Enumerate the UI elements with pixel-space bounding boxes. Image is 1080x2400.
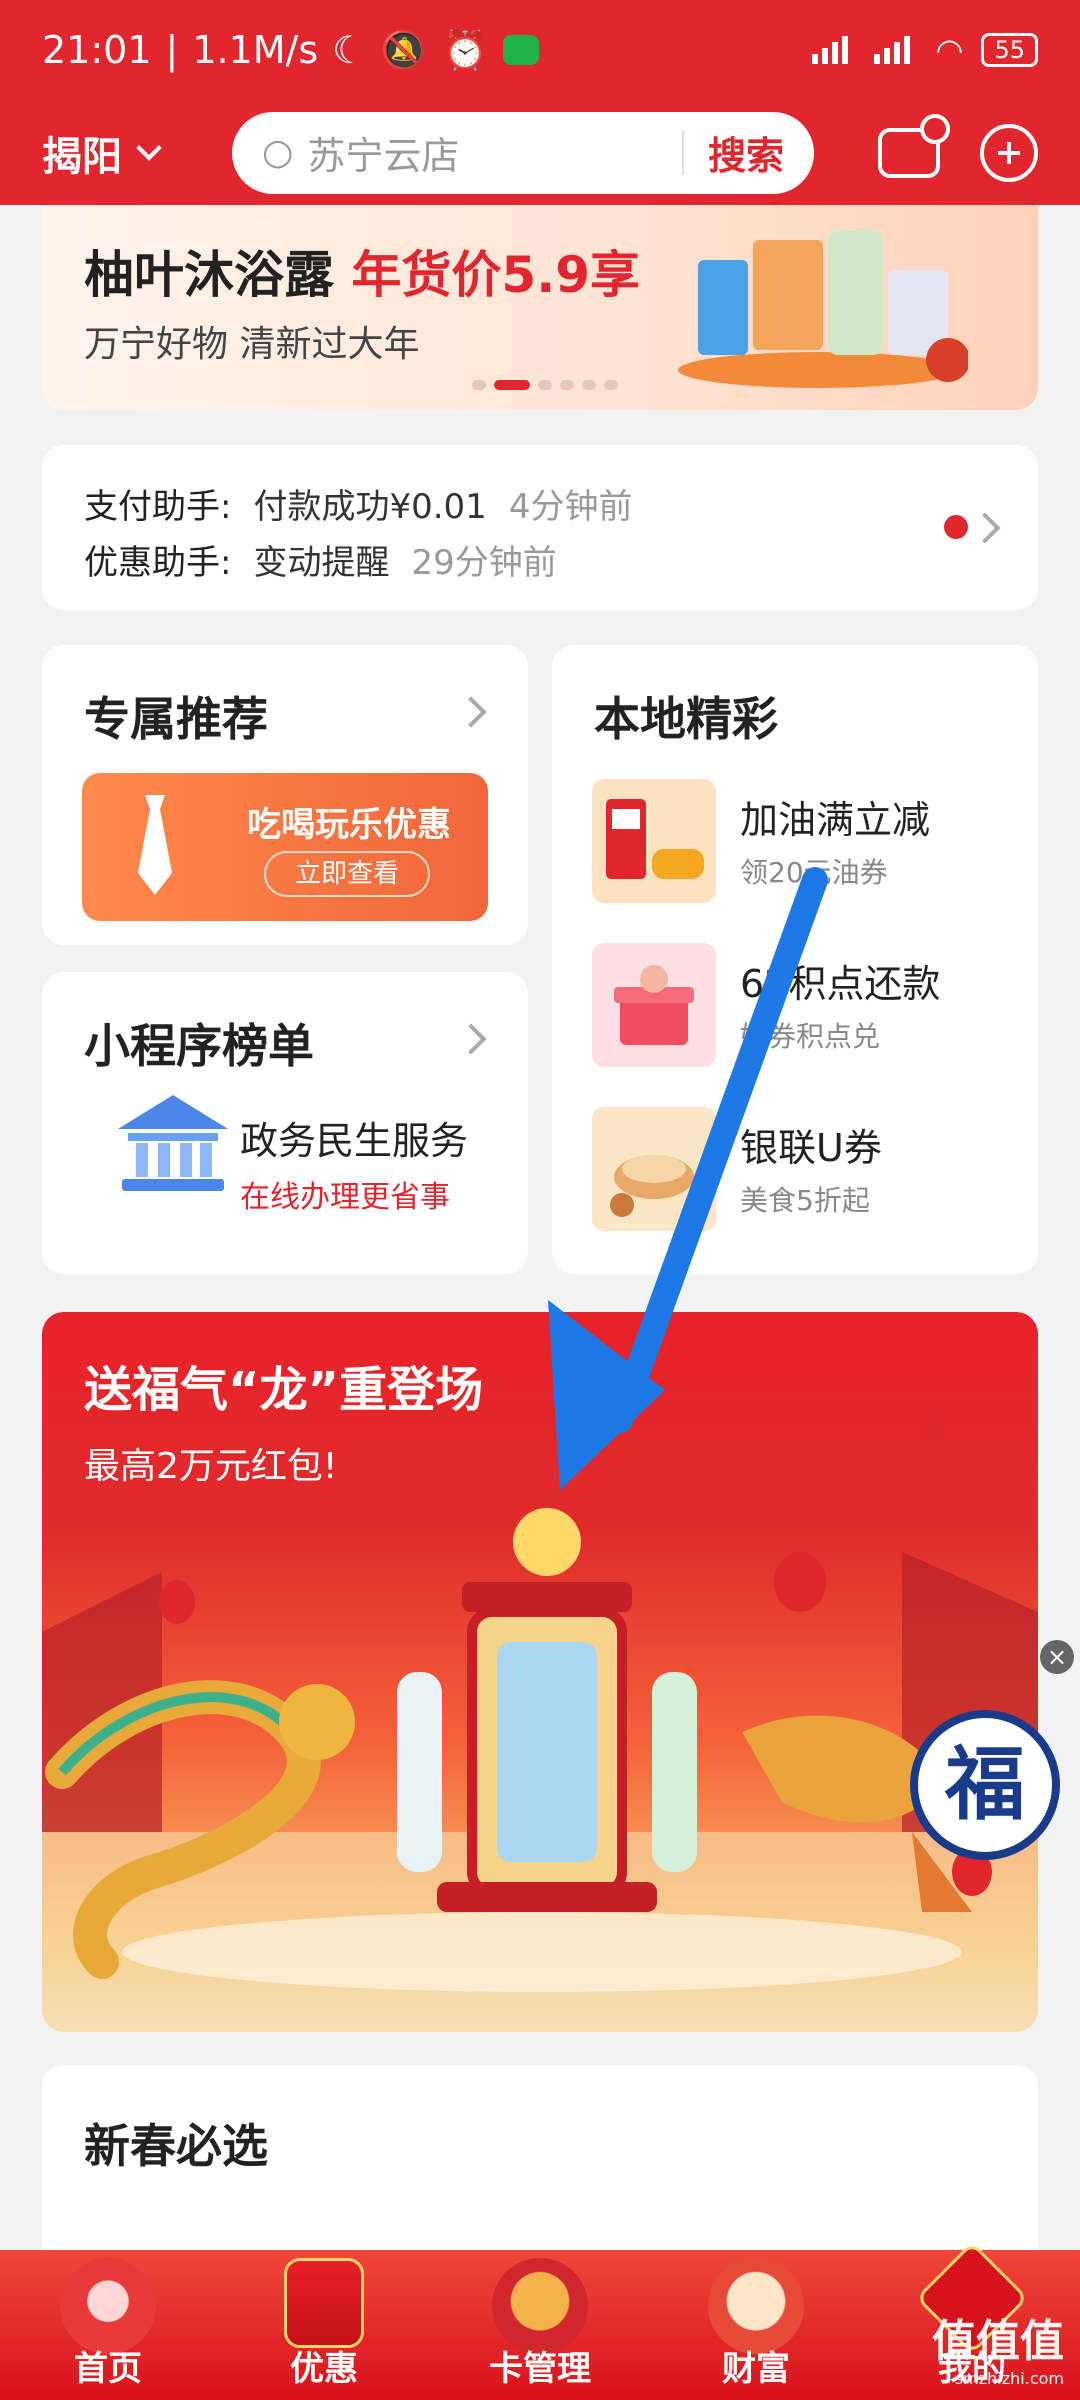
tab-label: 优惠 (290, 2349, 358, 2389)
koi-icon (708, 2258, 804, 2354)
red-envelope-icon (284, 2258, 364, 2348)
watermark-site: smzhizhi.com (954, 2369, 1064, 2388)
tab-discount[interactable]: 优惠 (216, 2250, 432, 2400)
dragon-icon (492, 2258, 588, 2354)
tab-label: 首页 (74, 2349, 142, 2389)
new-year-title: 新春必选 (84, 2119, 268, 2173)
tab-wealth[interactable]: 财富 (648, 2250, 864, 2400)
tab-label: 财富 (722, 2349, 790, 2389)
watermark-text: 值值值 (932, 2316, 1064, 2367)
close-float-button[interactable]: × (1040, 1640, 1074, 1674)
lantern-icon (60, 2258, 156, 2354)
bottom-tab-bar: 首页 优惠 卡管理 财富 我的 值值值 smzhizhi.com (0, 2241, 1080, 2400)
tab-label: 卡管理 (489, 2349, 591, 2389)
tab-card-management[interactable]: 卡管理 (432, 2250, 648, 2400)
tab-home[interactable]: 首页 (0, 2250, 216, 2400)
site-watermark: 值值值 smzhizhi.com (932, 2305, 1064, 2388)
annotation-arrow (548, 867, 828, 1490)
fu-float-button[interactable]: 福 (910, 1710, 1060, 1860)
